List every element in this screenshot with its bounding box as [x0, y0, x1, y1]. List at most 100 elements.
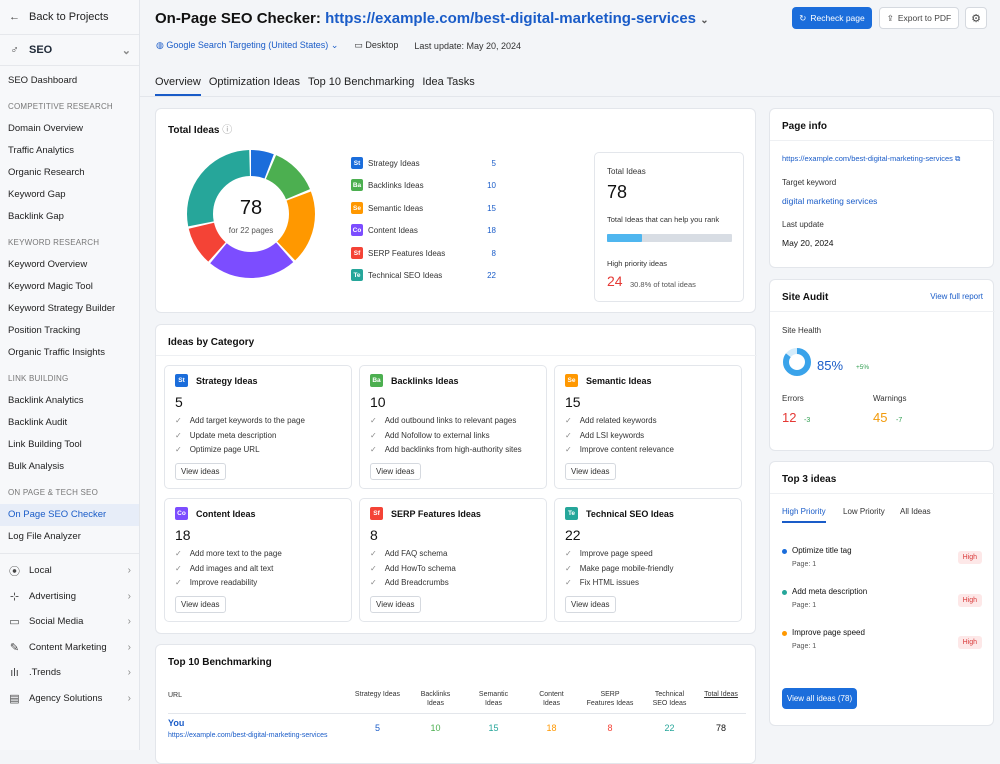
- back-to-projects-link[interactable]: ← Back to Projects: [0, 0, 139, 34]
- legend-strategy[interactable]: St Strategy Ideas 5: [351, 157, 496, 169]
- sidebar-item-backlink-analytics[interactable]: Backlink Analytics: [0, 390, 139, 412]
- legend-label: Backlinks Ideas: [368, 180, 424, 190]
- sidebar-item-keyword-magic-tool[interactable]: Keyword Magic Tool: [0, 276, 139, 298]
- top3-tab-high[interactable]: High Priority: [782, 507, 826, 523]
- view-ideas-button[interactable]: View ideas: [175, 463, 226, 480]
- top3-tab-all[interactable]: All Ideas: [900, 507, 931, 516]
- site-health-value: 85%: [817, 358, 844, 373]
- sidebar-cat-advertising[interactable]: ⊹ Advertising ›: [0, 584, 139, 610]
- sidebar-cat-trends[interactable]: ılı .Trends ›: [0, 660, 139, 686]
- legend-technical[interactable]: Te Technical SEO Ideas 22: [351, 269, 496, 281]
- tab-optimization-ideas[interactable]: Optimization Ideas: [209, 76, 300, 96]
- legend-content[interactable]: Co Content Ideas 18: [351, 224, 496, 236]
- page-info-url-link[interactable]: https://example.com/best-digital-marketi…: [782, 154, 960, 164]
- legend-serp[interactable]: Sf SERP Features Ideas 8: [351, 247, 496, 259]
- chevron-right-icon: ›: [127, 692, 131, 704]
- view-ideas-button[interactable]: View ideas: [370, 463, 421, 480]
- pencil-icon: ✎: [9, 641, 20, 654]
- sidebar-heading: LINK BUILDING: [8, 374, 69, 383]
- legend-label: Strategy Ideas: [368, 158, 420, 168]
- legend-label: Technical SEO Ideas: [368, 270, 443, 280]
- tab-top10-benchmarking[interactable]: Top 10 Benchmarking: [308, 76, 414, 96]
- sidebar-item-organic-research[interactable]: Organic Research: [0, 162, 139, 184]
- sidebar-item-position-tracking[interactable]: Position Tracking: [0, 320, 139, 342]
- top3-item[interactable]: Add meta description Page: 1 High: [782, 587, 982, 617]
- sidebar-cat-agency-solutions[interactable]: ▤ Agency Solutions ›: [0, 686, 139, 712]
- idea-item: Add backlinks from high-authority sites: [370, 445, 522, 460]
- benchmark-row-url[interactable]: https://example.com/best-digital-marketi…: [168, 732, 328, 739]
- tab-idea-tasks[interactable]: Idea Tasks: [422, 76, 474, 96]
- idea-item: Add Breadcrumbs: [370, 578, 456, 593]
- category-count: 10: [370, 394, 386, 410]
- seo-section-toggle[interactable]: ♂ SEO ⌄: [0, 34, 139, 66]
- sidebar-item-keyword-strategy-builder[interactable]: Keyword Strategy Builder: [0, 298, 139, 320]
- sidebar-item-log-file-analyzer[interactable]: Log File Analyzer: [0, 526, 139, 548]
- ideas-by-category-card: Ideas by Category St Strategy Ideas 5 Add…: [155, 324, 757, 634]
- sidebar-item-seo-dashboard[interactable]: SEO Dashboard: [0, 70, 139, 92]
- sidebar-heading: COMPETITIVE RESEARCH: [8, 102, 113, 111]
- bm-header-serp: SERP Features Ideas: [586, 691, 634, 707]
- technical-badge: Te: [565, 507, 578, 520]
- category-count: 22: [565, 527, 581, 543]
- legend-backlinks[interactable]: Ba Backlinks Ideas 10: [351, 179, 496, 191]
- top3-item[interactable]: Improve page speed Page: 1 High: [782, 628, 982, 658]
- rank-progress-bar: [607, 234, 732, 242]
- summary-value: 78: [607, 182, 628, 202]
- targeting-selector[interactable]: ◍ Google Search Targeting (United States…: [156, 40, 338, 51]
- idea-name: Improve page speed: [792, 628, 865, 637]
- sidebar: ← Back to Projects ♂ SEO ⌄ SEO Dashboard…: [0, 0, 140, 750]
- last-update-label: Last update: [782, 220, 824, 229]
- sidebar-item-domain-overview[interactable]: Domain Overview: [0, 118, 139, 140]
- top3-tab-low[interactable]: Low Priority: [843, 507, 885, 516]
- sidebar-cat-local[interactable]: ⦿ Local ›: [0, 558, 139, 584]
- sidebar-item-keyword-gap[interactable]: Keyword Gap: [0, 184, 139, 206]
- tab-overview[interactable]: Overview: [155, 76, 201, 96]
- view-ideas-button[interactable]: View ideas: [175, 596, 226, 613]
- cat-label: Agency Solutions: [29, 692, 103, 704]
- category-name: Backlinks Ideas: [391, 375, 459, 386]
- sidebar-item-backlink-gap[interactable]: Backlink Gap: [0, 206, 139, 228]
- globe-icon: ◍: [156, 40, 164, 50]
- legend-semantic[interactable]: Se Semantic Ideas 15: [351, 202, 496, 214]
- view-ideas-button[interactable]: View ideas: [370, 596, 421, 613]
- total-ideas-title: Total Ideas ⓘ: [168, 121, 232, 136]
- title-prefix: On-Page SEO Checker:: [155, 10, 321, 27]
- info-icon[interactable]: ⓘ: [222, 125, 232, 136]
- export-pdf-button[interactable]: ⇪ Export to PDF: [879, 7, 959, 29]
- site-health-ring: [783, 348, 811, 376]
- warnings-value: 45: [873, 410, 888, 425]
- sidebar-cat-social-media[interactable]: ▭ Social Media ›: [0, 609, 139, 635]
- settings-button[interactable]: ⚙: [965, 7, 987, 29]
- view-full-report-link[interactable]: View full report: [930, 292, 983, 301]
- idea-item: Add target keywords to the page: [175, 416, 305, 431]
- view-all-ideas-button[interactable]: View all ideas (78): [782, 688, 857, 709]
- idea-item: Add outbound links to relevant pages: [370, 416, 522, 431]
- recheck-page-button[interactable]: ↻ Recheck page: [792, 7, 872, 29]
- rank-progress-fill: [607, 234, 642, 242]
- sidebar-item-organic-traffic-insights[interactable]: Organic Traffic Insights: [0, 342, 139, 364]
- page-title: On-Page SEO Checker: https://example.com…: [155, 10, 709, 27]
- view-ideas-button[interactable]: View ideas: [565, 463, 616, 480]
- cat-label: Social Media: [29, 616, 84, 628]
- idea-name: Add meta description: [792, 587, 868, 596]
- sidebar-cat-content-marketing[interactable]: ✎ Content Marketing ›: [0, 635, 139, 661]
- target-keyword-value[interactable]: digital marketing services: [782, 196, 877, 206]
- sidebar-item-link-building-tool[interactable]: Link Building Tool: [0, 434, 139, 456]
- warnings-label: Warnings: [873, 394, 907, 403]
- chat-icon: ▭: [9, 616, 20, 629]
- sidebar-item-bulk-analysis[interactable]: Bulk Analysis: [0, 456, 139, 478]
- sidebar-item-backlink-audit[interactable]: Backlink Audit: [0, 412, 139, 434]
- sidebar-item-traffic-analytics[interactable]: Traffic Analytics: [0, 140, 139, 162]
- bullet-dot: [782, 631, 787, 636]
- title-url-link[interactable]: https://example.com/best-digital-marketi…: [325, 10, 696, 27]
- category-title: Ideas by Category: [168, 337, 255, 348]
- bm-value-content: 18: [546, 723, 557, 733]
- sidebar-item-keyword-overview[interactable]: Keyword Overview: [0, 254, 139, 276]
- view-ideas-button[interactable]: View ideas: [565, 596, 616, 613]
- idea-item: Improve page speed: [565, 549, 674, 564]
- sidebar-item-on-page-seo-checker[interactable]: On Page SEO Checker: [0, 504, 139, 526]
- chevron-down-icon[interactable]: ⌄: [700, 15, 708, 26]
- recheck-label: Recheck page: [810, 13, 865, 23]
- backlinks-badge: Ba: [351, 179, 363, 191]
- top3-item[interactable]: Optimize title tag Page: 1 High: [782, 546, 982, 576]
